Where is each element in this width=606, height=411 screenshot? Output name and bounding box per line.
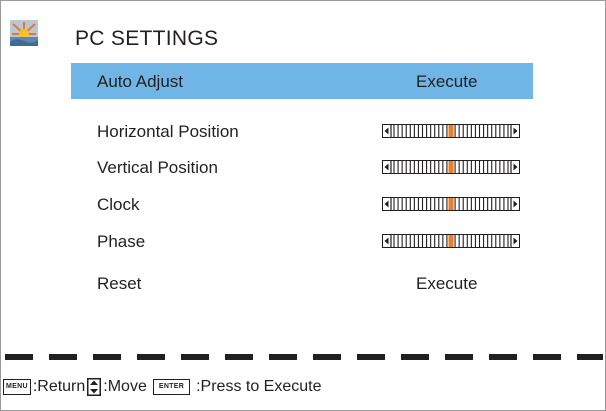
pc-settings-logo-icon xyxy=(10,20,38,46)
clock-slider[interactable] xyxy=(382,197,520,211)
slider-level-indicator[interactable] xyxy=(448,125,454,137)
move-hint: :Move xyxy=(103,378,147,395)
page-title: PC SETTINGS xyxy=(75,27,219,50)
menu-item-label: Vertical Position xyxy=(97,158,218,177)
menu-item-label: Horizontal Position xyxy=(97,122,239,141)
menu-item-reset[interactable]: Reset Execute xyxy=(71,265,533,301)
slider-level-indicator[interactable] xyxy=(448,235,454,247)
footer-help: MENU :Return :Move ENTER :Press to Execu… xyxy=(3,375,321,399)
osd-window: PC SETTINGS Auto Adjust Execute Horizontal… xyxy=(0,0,606,411)
reset-execute-value[interactable]: Execute xyxy=(416,274,477,294)
menu-item-label: Phase xyxy=(97,232,146,251)
vertical-position-slider[interactable] xyxy=(382,160,520,174)
slider-level-indicator[interactable] xyxy=(448,198,454,210)
menu-item-vertical-position[interactable]: Vertical Position xyxy=(71,149,533,185)
execute-hint: :Press to Execute xyxy=(196,378,322,395)
horizontal-position-slider[interactable] xyxy=(382,124,520,138)
menu-item-phase[interactable]: Phase xyxy=(71,223,533,259)
up-down-arrows-icon xyxy=(87,378,102,396)
auto-adjust-execute-value[interactable]: Execute xyxy=(416,72,477,92)
menu-item-label: Clock xyxy=(97,195,140,214)
phase-slider[interactable] xyxy=(382,234,520,248)
slider-level-indicator[interactable] xyxy=(448,161,454,173)
enter-key-icon: ENTER xyxy=(152,379,191,395)
menu-item-auto-adjust[interactable]: Auto Adjust Execute xyxy=(71,63,533,99)
menu-item-label: Reset xyxy=(97,274,142,293)
menu-item-horizontal-position[interactable]: Horizontal Position xyxy=(71,113,533,149)
menu-item-clock[interactable]: Clock xyxy=(71,186,533,222)
divider-dashed xyxy=(5,354,603,360)
menu-key-icon: MENU xyxy=(3,379,31,395)
return-hint: :Return xyxy=(32,378,86,395)
menu-item-label: Auto Adjust xyxy=(97,72,184,91)
